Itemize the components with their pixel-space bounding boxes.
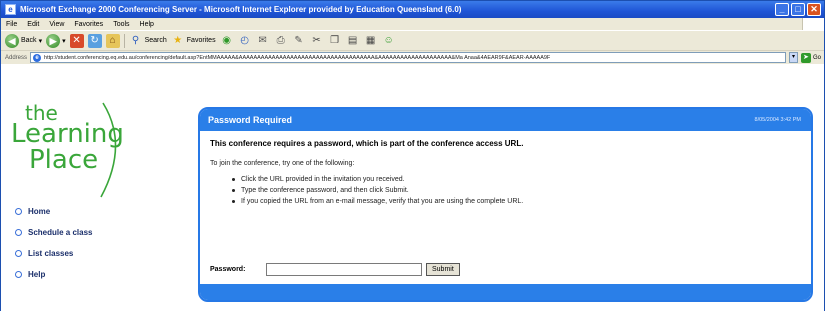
nav-item-home[interactable]: Home (15, 201, 92, 222)
minimize-button[interactable]: _ (775, 3, 789, 16)
print-icon[interactable]: ⎙ (274, 34, 288, 48)
menu-file[interactable]: File (6, 21, 17, 28)
learning-place-logo[interactable]: the Learning Place (11, 101, 126, 201)
submit-button[interactable]: Submit (426, 263, 460, 276)
go-button[interactable]: ➤ Go (800, 52, 821, 63)
search-label: Search (144, 37, 167, 44)
step-text: If you copied the URL from an e-mail mes… (241, 198, 524, 205)
page-icon: e (33, 53, 42, 62)
star-icon: ★ (173, 35, 183, 46)
standard-toolbar: ◀ Back ▾ ▶ ▾ ✕ ↻ ⌂ ⚲ Search ★ Favorites … (1, 30, 824, 50)
edit-icon[interactable]: ✎ (292, 34, 306, 48)
maximize-button[interactable]: □ (791, 3, 805, 16)
password-input[interactable] (266, 263, 422, 276)
search-icon: ⚲ (131, 35, 140, 46)
discuss-icon[interactable]: ▦ (364, 34, 378, 48)
back-dropdown-icon[interactable]: ▾ (39, 37, 43, 45)
password-label: Password: (210, 266, 246, 273)
step-text: Type the conference password, and then c… (241, 187, 409, 194)
ie-app-icon: e (5, 4, 16, 15)
refresh-icon[interactable]: ↻ (87, 33, 102, 48)
history-icon[interactable]: ◴ (238, 34, 252, 48)
bullet-icon (15, 208, 22, 215)
panel-timestamp: 8/05/2004 3:42 PM (754, 117, 801, 123)
password-panel: Password Required 8/05/2004 3:42 PM This… (198, 107, 813, 302)
copy-icon[interactable]: ❐ (328, 34, 342, 48)
paste-icon[interactable]: ▤ (346, 34, 360, 48)
cut-icon[interactable]: ✂ (310, 34, 324, 48)
windows-logo-icon (802, 18, 824, 30)
go-label: Go (812, 54, 821, 61)
media-icon[interactable]: ◉ (220, 34, 234, 48)
window-title: Microsoft Exchange 2000 Conferencing Ser… (20, 5, 462, 14)
page-content: the Learning Place Home Schedule a class… (1, 65, 824, 311)
panel-title: Password Required (208, 115, 293, 125)
list-item: If you copied the URL from an e-mail mes… (232, 196, 801, 207)
panel-body: This conference requires a password, whi… (200, 131, 811, 207)
back-label: Back (21, 37, 37, 44)
menu-edit[interactable]: Edit (27, 21, 39, 28)
panel-footer (200, 284, 811, 300)
address-url: http://student.conferencing.eq.edu.au/co… (44, 54, 551, 61)
list-item: Type the conference password, and then c… (232, 185, 801, 196)
nav-item-label: List classes (28, 249, 74, 258)
nav-item-schedule-a-class[interactable]: Schedule a class (15, 222, 92, 243)
address-bar: Address e http://student.conferencing.eq… (1, 50, 824, 64)
close-button[interactable]: ✕ (807, 3, 821, 16)
home-icon[interactable]: ⌂ (105, 33, 120, 48)
menu-tools[interactable]: Tools (113, 21, 129, 28)
messenger-icon[interactable]: ☺ (382, 34, 396, 48)
bullet-icon (15, 271, 22, 278)
forward-arrow-icon: ▶ (46, 33, 61, 48)
steps-list: Click the URL provided in the invitation… (232, 174, 801, 207)
panel-headline: This conference requires a password, whi… (210, 139, 524, 148)
browser-window: e Microsoft Exchange 2000 Conferencing S… (0, 0, 825, 311)
favorites-label: Favorites (186, 37, 216, 44)
menu-help[interactable]: Help (140, 21, 154, 28)
address-dropdown-icon[interactable]: ▾ (788, 52, 798, 63)
stop-icon[interactable]: ✕ (69, 33, 84, 48)
step-text: Click the URL provided in the invitation… (241, 176, 405, 183)
menu-bar: File Edit View Favorites Tools Help (1, 18, 824, 30)
nav-item-help[interactable]: Help (15, 264, 92, 285)
forward-dropdown-icon[interactable]: ▾ (62, 37, 66, 45)
address-input[interactable]: e http://student.conferencing.eq.edu.au/… (30, 52, 786, 63)
bullet-icon (232, 189, 235, 192)
title-bar[interactable]: e Microsoft Exchange 2000 Conferencing S… (1, 1, 824, 18)
side-navigation: Home Schedule a class List classes Help (15, 201, 92, 285)
menu-favorites[interactable]: Favorites (74, 21, 103, 28)
nav-item-label: Help (28, 270, 46, 279)
list-item: Click the URL provided in the invitation… (232, 174, 801, 185)
bullet-icon (15, 250, 22, 257)
panel-intro: To join the conference, try one of the f… (210, 160, 355, 167)
password-row: Password: Submit (210, 263, 460, 276)
toolbar-separator (123, 33, 125, 48)
panel-header: Password Required 8/05/2004 3:42 PM (200, 109, 811, 131)
favorites-button[interactable]: ★ Favorites (171, 33, 216, 49)
bullet-icon (15, 229, 22, 236)
bullet-icon (232, 200, 235, 203)
nav-item-label: Home (28, 207, 51, 216)
logo-line3: Place (29, 145, 99, 175)
back-button[interactable]: ◀ Back ▾ (5, 33, 42, 49)
menu-view[interactable]: View (49, 21, 64, 28)
mail-icon[interactable]: ✉ (256, 34, 270, 48)
address-label: Address (5, 54, 28, 61)
go-arrow-icon: ➤ (800, 52, 811, 63)
forward-button[interactable]: ▶ ▾ (46, 33, 66, 49)
nav-item-list-classes[interactable]: List classes (15, 243, 92, 264)
back-arrow-icon: ◀ (5, 33, 19, 48)
nav-item-label: Schedule a class (28, 228, 93, 237)
search-button[interactable]: ⚲ Search (129, 33, 167, 49)
bullet-icon (232, 178, 235, 181)
